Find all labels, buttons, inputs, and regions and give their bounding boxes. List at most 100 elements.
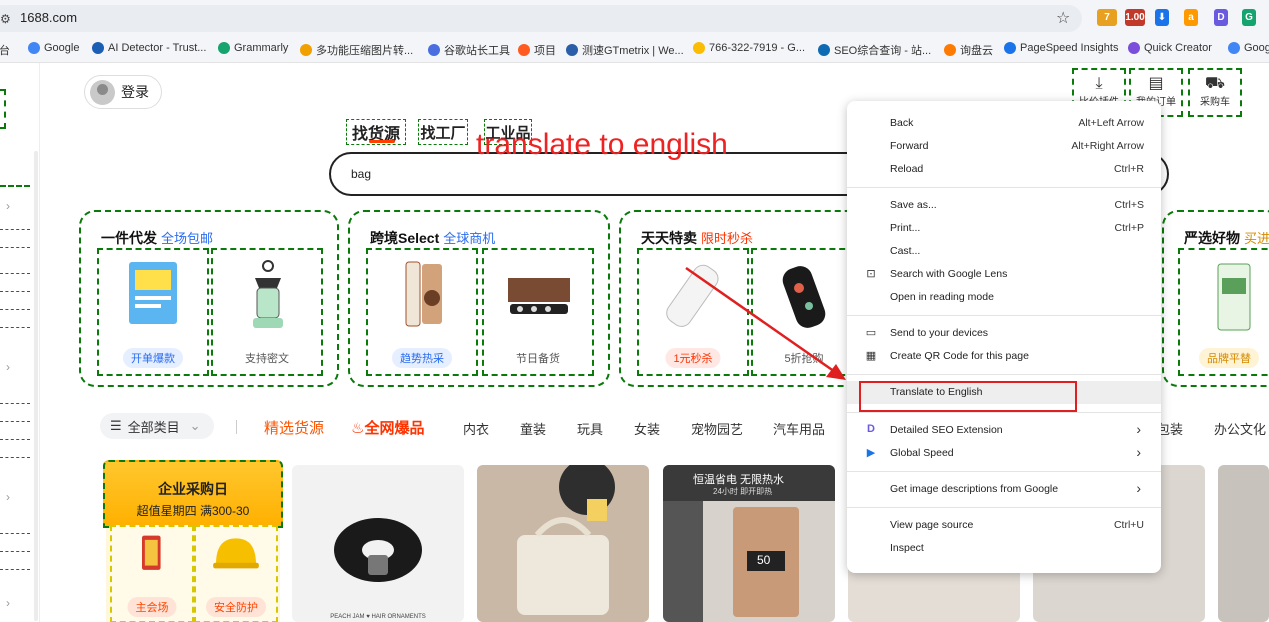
chevron-right-icon[interactable]: › bbox=[6, 199, 10, 213]
sidebar-scrollbar[interactable] bbox=[34, 151, 38, 621]
omnibox[interactable] bbox=[0, 5, 1082, 32]
bookmark-item[interactable]: 询盘云 bbox=[944, 42, 993, 58]
chevron-right-icon[interactable]: › bbox=[6, 596, 10, 610]
card-daily-deal[interactable]: 天天特卖 限时秒杀 1元秒杀 5折抢购 bbox=[619, 210, 869, 387]
menu-item-forward[interactable]: Forward Alt+Right Arrow bbox=[847, 135, 1161, 158]
menu-item-view-page-source[interactable]: View page source Ctrl+U bbox=[847, 514, 1161, 537]
card-subtitle[interactable]: 全场包邮 bbox=[161, 231, 213, 246]
tag-hot-start[interactable]: 开单爆款 bbox=[123, 348, 183, 368]
url-text[interactable]: 1688.com bbox=[20, 10, 77, 25]
messages-tool[interactable]: ✉ 消息 bbox=[1255, 68, 1269, 117]
menu-item-save-as[interactable]: Save as... Ctrl+S bbox=[847, 194, 1161, 217]
tag-cipher[interactable]: 支持密文 bbox=[237, 348, 297, 368]
promo-tile[interactable]: 主会场 bbox=[110, 525, 194, 622]
menu-item-inspect[interactable]: Inspect bbox=[847, 537, 1161, 560]
bookmark-item[interactable]: 控台 bbox=[0, 42, 10, 58]
bookmark-item[interactable]: Grammarly bbox=[218, 42, 288, 54]
menu-item-send-to-your-devices[interactable]: ▭ Send to your devices bbox=[847, 322, 1161, 345]
card-subtitle[interactable]: 买进 bbox=[1244, 231, 1269, 246]
menu-item-search-with-google-lens[interactable]: ⊡ Search with Google Lens bbox=[847, 263, 1161, 286]
category-item[interactable]: 办公文化 bbox=[1214, 419, 1266, 438]
menu-item-back[interactable]: Back Alt+Left Arrow bbox=[847, 112, 1161, 135]
menu-item-get-image-descriptions-from-google[interactable]: Get image descriptions from Google › bbox=[847, 478, 1161, 501]
all-categories-dropdown[interactable]: ☰ 全部类目 ⌄ bbox=[100, 413, 214, 439]
extension-icon[interactable]: 1.00 bbox=[1125, 9, 1145, 26]
bookmark-item[interactable]: Quick Creator bbox=[1128, 42, 1212, 54]
extension-icon[interactable]: 7 bbox=[1097, 9, 1117, 26]
bookmark-item[interactable]: PageSpeed Insights bbox=[1004, 42, 1118, 54]
tag-main-venue[interactable]: 主会场 bbox=[127, 597, 177, 617]
extension-icon[interactable]: G bbox=[1242, 9, 1256, 26]
category-item[interactable]: 童装 bbox=[520, 419, 546, 438]
category-item[interactable]: 内衣 bbox=[463, 419, 489, 438]
product-photo-partial[interactable] bbox=[1218, 465, 1269, 622]
category-item[interactable]: 汽车用品 bbox=[773, 419, 825, 438]
category-item[interactable]: 玩具 bbox=[577, 419, 603, 438]
box-image bbox=[508, 278, 570, 314]
menu-item-reload[interactable]: Reload Ctrl+R bbox=[847, 158, 1161, 181]
category-hot[interactable]: ♨全网爆品 bbox=[351, 417, 424, 438]
product-tile[interactable]: 5折抢购 bbox=[751, 248, 855, 376]
bookmark-item[interactable]: 项目 bbox=[518, 42, 556, 58]
chevron-right-icon[interactable]: › bbox=[6, 490, 10, 504]
category-item[interactable]: 宠物园艺 bbox=[691, 419, 743, 438]
menu-item-label: Search with Google Lens bbox=[890, 268, 1008, 280]
menu-separator bbox=[847, 187, 1161, 188]
menu-item-print[interactable]: Print... Ctrl+P bbox=[847, 217, 1161, 240]
extension-icon[interactable]: ⬇ bbox=[1155, 9, 1169, 26]
bookmark-label: 测速GTmetrix | We... bbox=[582, 45, 684, 57]
tag-half-price[interactable]: 5折抢购 bbox=[776, 348, 831, 368]
bookmark-item[interactable]: AI Detector - Trust... bbox=[92, 42, 206, 54]
promo-banner[interactable]: 企业采购日 超值星期四 满300-30 bbox=[103, 460, 283, 528]
search-input[interactable] bbox=[351, 167, 751, 181]
chevron-right-icon[interactable]: › bbox=[6, 360, 10, 374]
cart-tool[interactable]: ⛟ 采购车 bbox=[1188, 68, 1242, 117]
product-tile[interactable]: 1元秒杀 bbox=[637, 248, 749, 376]
tab-find-factory[interactable]: 找工厂 bbox=[418, 119, 468, 145]
menu-item-label: Create QR Code for this page bbox=[890, 350, 1029, 362]
extension-icon[interactable]: D bbox=[1214, 9, 1228, 26]
card-dropship[interactable]: 一件代发 全场包邮 开单爆款 支持密文 bbox=[79, 210, 339, 387]
bookmark-label: 询盘云 bbox=[960, 45, 993, 57]
card-cross-border[interactable]: 跨境Select 全球商机 趋势热采 节日备货 bbox=[348, 210, 610, 387]
menu-item-global-speed[interactable]: ▶ Global Speed › bbox=[847, 442, 1161, 465]
card-selected[interactable]: 严选好物 买进 品牌平替 bbox=[1162, 210, 1269, 387]
card-title: 天天特卖 bbox=[641, 230, 697, 246]
menu-item-cast[interactable]: Cast... bbox=[847, 240, 1161, 263]
product-photo-lunchbag[interactable] bbox=[477, 465, 649, 622]
menu-item-create-qr-code-for-this-page[interactable]: ▦ Create QR Code for this page bbox=[847, 345, 1161, 368]
product-tile[interactable]: 支持密文 bbox=[211, 248, 323, 376]
bookmark-star-icon[interactable]: ☆ bbox=[1056, 8, 1070, 28]
tag-flash-sale[interactable]: 1元秒杀 bbox=[665, 348, 721, 368]
menu-item-open-in-reading-mode[interactable]: Open in reading mode bbox=[847, 286, 1161, 309]
product-photo-scrunchie[interactable]: PEACH JAM ♥ HAIR ORNAMENTS bbox=[292, 465, 464, 622]
tag-trend[interactable]: 趋势热采 bbox=[392, 348, 452, 368]
card-subtitle[interactable]: 全球商机 bbox=[443, 231, 495, 246]
menu-item-label: Inspect bbox=[890, 542, 924, 554]
product-tile[interactable]: 品牌平替 bbox=[1178, 248, 1269, 376]
tag-safety[interactable]: 安全防护 bbox=[206, 597, 266, 617]
product-tile[interactable]: 趋势热采 bbox=[366, 248, 478, 376]
product-tile[interactable]: 节日备货 bbox=[482, 248, 594, 376]
extension-icon[interactable]: a bbox=[1184, 9, 1198, 26]
bookmark-item[interactable]: 谷歌站长工具 bbox=[428, 42, 510, 58]
product-photo-heater[interactable]: 恒温省电 无限热水 24小时 即开即热 50 bbox=[663, 465, 835, 622]
bookmark-item[interactable]: 测速GTmetrix | We... bbox=[566, 42, 684, 58]
bookmark-label: Grammarly bbox=[234, 42, 289, 54]
bookmark-item[interactable]: Googl bbox=[1228, 42, 1269, 54]
bookmark-item[interactable]: SEO综合查询 - 站... bbox=[818, 42, 931, 58]
promo-tile[interactable]: 安全防护 bbox=[194, 525, 278, 622]
category-featured[interactable]: 精选货源 bbox=[264, 417, 324, 438]
site-settings-icon[interactable]: ⚙ bbox=[0, 12, 11, 26]
card-subtitle[interactable]: 限时秒杀 bbox=[701, 231, 753, 246]
tag-brand-alt[interactable]: 品牌平替 bbox=[1199, 348, 1259, 368]
tab-find-goods[interactable]: 找货源 bbox=[346, 119, 406, 145]
bookmark-item[interactable]: Google bbox=[28, 42, 79, 54]
tag-holiday[interactable]: 节日备货 bbox=[508, 348, 568, 368]
bookmark-item[interactable]: 多功能压缩图片转... bbox=[300, 42, 413, 58]
menu-item-detailed-seo-extension[interactable]: D Detailed SEO Extension › bbox=[847, 419, 1161, 442]
bookmark-item[interactable]: 766-322-7919 - G... bbox=[693, 42, 805, 54]
login-button[interactable]: 登录 bbox=[84, 75, 162, 109]
category-item[interactable]: 女装 bbox=[634, 419, 660, 438]
product-tile[interactable]: 开单爆款 bbox=[97, 248, 209, 376]
